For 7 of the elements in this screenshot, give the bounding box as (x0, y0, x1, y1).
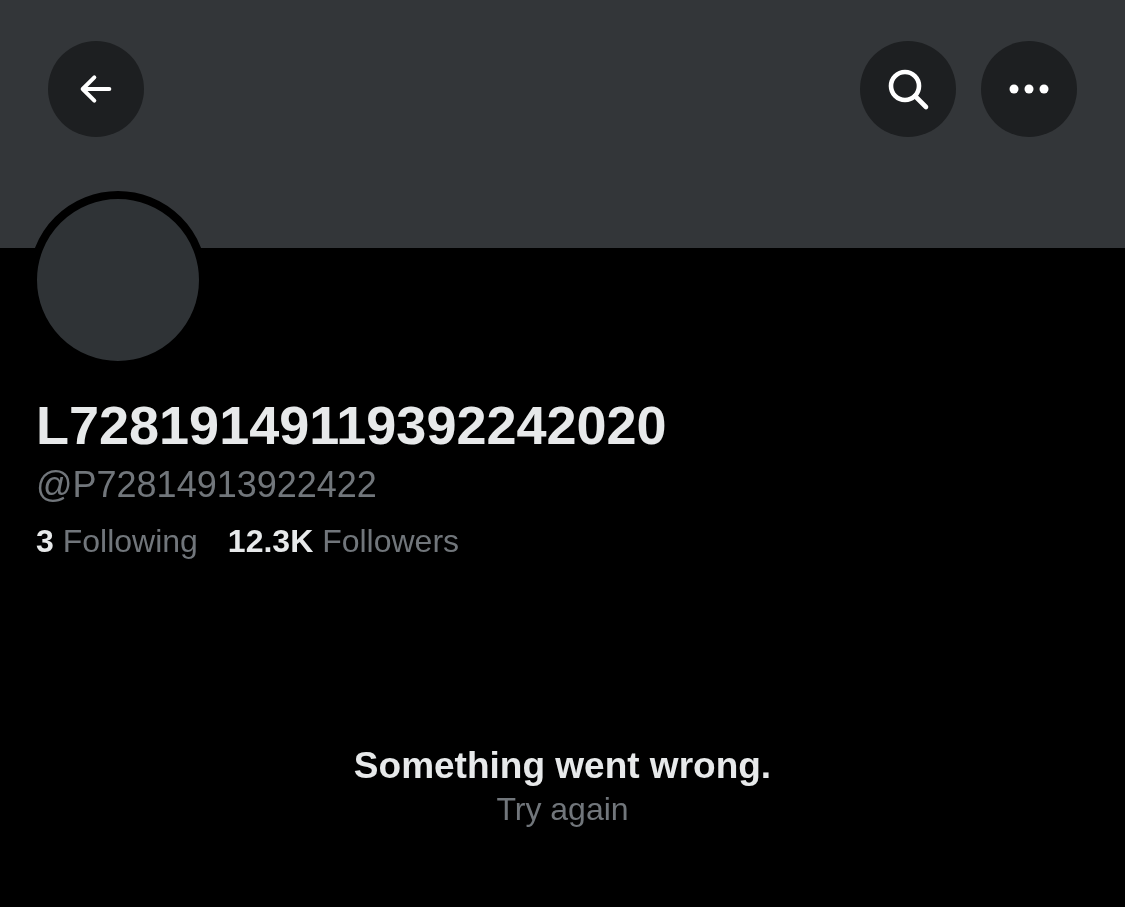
follow-stat-link[interactable]: 12.3K Followers (227, 521, 460, 561)
username: @P72814913922422 (36, 463, 378, 507)
error-message: Something went wrong. (353, 744, 772, 788)
try-again-link[interactable]: Try again (496, 789, 629, 829)
follow-stat-link[interactable]: 3 Following (36, 521, 198, 561)
more-icon (1009, 84, 1049, 94)
display-name: L72819149119392242020 (36, 394, 668, 457)
